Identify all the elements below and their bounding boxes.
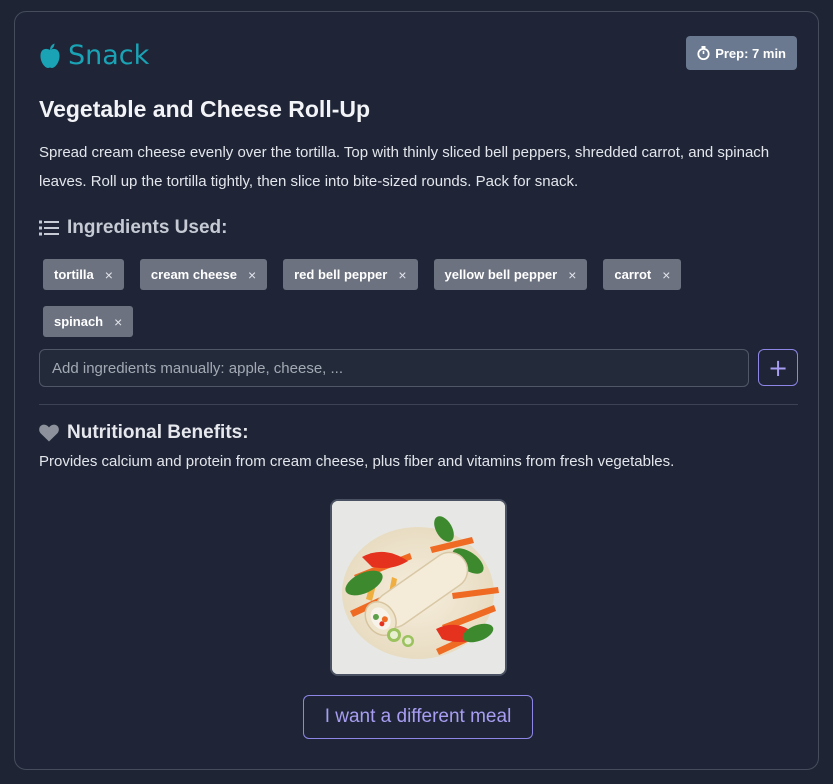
ingredients-heading-text: Ingredients Used: xyxy=(67,217,228,238)
ingredient-chip-label: cream cheese xyxy=(150,267,237,282)
meal-type-text: Snack xyxy=(68,40,150,71)
ingredient-chip: spinach × xyxy=(43,306,134,337)
meal-title: Vegetable and Cheese Roll-Up xyxy=(39,96,371,122)
ingredient-chip-label: carrot xyxy=(614,267,652,282)
ingredient-chip: red bell pepper × xyxy=(283,259,418,290)
ingredient-chip-list: tortilla × cream cheese × red bell peppe… xyxy=(43,259,783,337)
meal-description: Spread cream cheese evenly over the tort… xyxy=(39,144,770,190)
remove-ingredient-icon[interactable]: × xyxy=(114,314,122,330)
section-divider xyxy=(39,404,798,405)
meal-card: Snack Prep: 7 min Vegetable and Cheese R… xyxy=(14,11,819,770)
remove-ingredient-icon[interactable]: × xyxy=(568,267,576,283)
list-icon xyxy=(39,220,59,236)
meal-type-label: Snack xyxy=(39,40,149,71)
ingredient-chip-label: yellow bell pepper xyxy=(444,267,558,282)
ingredient-chip: yellow bell pepper × xyxy=(433,259,588,290)
meal-photo xyxy=(330,499,507,676)
nutrition-text: Provides calcium and protein from cream … xyxy=(39,453,675,470)
nutrition-heading-text: Nutritional Benefits: xyxy=(67,422,249,443)
heart-icon xyxy=(39,424,59,442)
ingredient-chip: carrot × xyxy=(603,259,682,290)
add-ingredient-button[interactable]: + xyxy=(758,349,798,386)
prep-time-text: Prep: 7 min xyxy=(715,45,786,61)
prep-time-badge: Prep: 7 min xyxy=(686,36,797,70)
remove-ingredient-icon[interactable]: × xyxy=(248,267,256,283)
remove-ingredient-icon[interactable]: × xyxy=(105,267,113,283)
remove-ingredient-icon[interactable]: × xyxy=(662,267,670,283)
different-meal-button[interactable]: I want a different meal xyxy=(303,695,533,739)
ingredient-chip-label: red bell pepper xyxy=(294,267,388,282)
remove-ingredient-icon[interactable]: × xyxy=(398,267,406,283)
ingredient-chip-label: spinach xyxy=(54,314,104,329)
ingredient-chip-label: tortilla xyxy=(54,267,94,282)
ingredients-heading: Ingredients Used: xyxy=(39,217,227,239)
ingredient-chip: cream cheese × xyxy=(139,259,268,290)
add-ingredient-input[interactable] xyxy=(39,349,749,387)
stopwatch-icon xyxy=(697,46,710,60)
ingredient-chip: tortilla × xyxy=(43,259,124,290)
apple-icon xyxy=(40,43,60,68)
nutrition-heading: Nutritional Benefits: xyxy=(39,422,249,444)
